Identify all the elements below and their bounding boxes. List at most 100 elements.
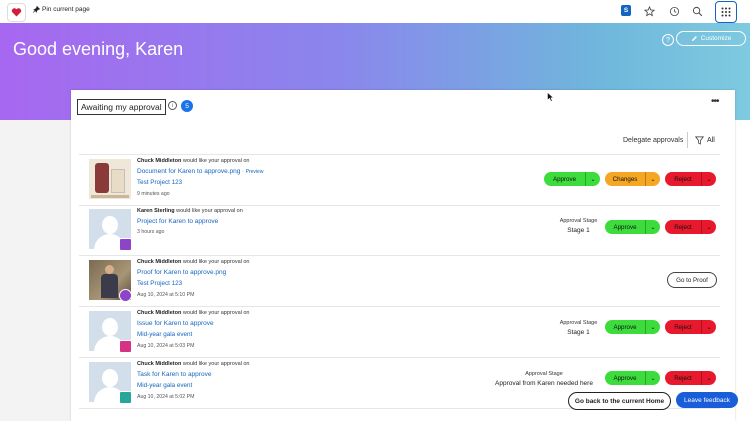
filter-icon bbox=[695, 136, 704, 145]
approval-row: Karen Sterling would like your approval … bbox=[79, 205, 720, 256]
approval-stage: Approval Stage Stage 1 bbox=[551, 320, 606, 336]
requester-name[interactable]: Chuck Middleton bbox=[137, 158, 181, 164]
customize-button[interactable]: Customize bbox=[676, 31, 746, 46]
apps-grid-button[interactable] bbox=[715, 1, 737, 23]
requester-name[interactable]: Chuck Middleton bbox=[137, 361, 181, 367]
timestamp: 3 hours ago bbox=[137, 229, 165, 235]
top-bar: Pin current page S bbox=[0, 0, 750, 24]
mouse-cursor-icon bbox=[547, 91, 554, 104]
stage-value: Approval from Karen needed here bbox=[495, 380, 593, 387]
chevron-down-icon[interactable]: ⌄ bbox=[645, 371, 660, 385]
approve-label: Approve bbox=[613, 374, 637, 382]
requester-name[interactable]: Karen Sterling bbox=[137, 208, 175, 214]
project-link[interactable]: Mid-year gala event bbox=[137, 382, 192, 389]
document-thumbnail[interactable] bbox=[89, 159, 131, 199]
item-link[interactable]: Task for Karen to approve bbox=[137, 371, 211, 378]
changes-label: Changes bbox=[612, 175, 638, 183]
approval-row: Chuck Middleton would like your approval… bbox=[79, 256, 720, 307]
history-icon[interactable] bbox=[667, 4, 681, 18]
stage-value: Stage 1 bbox=[567, 227, 590, 234]
project-link[interactable]: Test Project 123 bbox=[137, 280, 182, 287]
reject-button[interactable]: Reject ⌄ bbox=[665, 172, 716, 186]
chevron-down-icon[interactable]: ⌄ bbox=[701, 220, 716, 234]
reject-button[interactable]: Reject ⌄ bbox=[665, 371, 716, 385]
preview-link[interactable]: Preview bbox=[246, 169, 264, 175]
item-link[interactable]: Project for Karen to approve bbox=[137, 218, 218, 225]
timestamp: 9 minutes ago bbox=[137, 191, 170, 197]
changes-button[interactable]: Changes ⌄ bbox=[605, 172, 660, 186]
pin-label: Pin current page bbox=[42, 6, 90, 13]
app-logo[interactable] bbox=[7, 3, 26, 22]
pin-icon bbox=[33, 6, 40, 13]
approval-stage: Approval Stage Approval from Karen needed… bbox=[489, 371, 599, 387]
awaiting-approval-card: Awaiting my approval i 5 ••• Delegate ap… bbox=[71, 90, 735, 421]
stage-label: Approval Stage bbox=[559, 218, 598, 224]
apps-grid-icon bbox=[721, 7, 731, 17]
request-text: would like your approval on bbox=[176, 208, 243, 214]
reject-label: Reject bbox=[674, 323, 692, 331]
request-line: Chuck Middleton would like your approval… bbox=[137, 158, 250, 164]
reject-label: Reject bbox=[674, 374, 692, 382]
filter-button[interactable]: All bbox=[695, 136, 715, 145]
timestamp: Aug 10, 2024 at 5:03 PM bbox=[137, 343, 195, 349]
reject-label: Reject bbox=[674, 175, 692, 183]
more-options-icon[interactable]: ••• bbox=[711, 96, 719, 107]
chevron-down-icon[interactable]: ⌄ bbox=[701, 172, 716, 186]
request-line: Chuck Middleton would like your approval… bbox=[137, 259, 250, 265]
chevron-down-icon[interactable]: ⌄ bbox=[645, 320, 660, 334]
reject-button[interactable]: Reject ⌄ bbox=[665, 320, 716, 334]
requester-name[interactable]: Chuck Middleton bbox=[137, 259, 181, 265]
approve-button[interactable]: Approve ⌄ bbox=[605, 320, 660, 334]
timestamp: Aug 10, 2024 at 5:10 PM bbox=[137, 292, 195, 298]
request-text: would like your approval on bbox=[182, 310, 250, 316]
go-to-proof-button[interactable]: Go to Proof bbox=[667, 272, 717, 288]
right-gutter bbox=[734, 120, 750, 421]
heart-logo-icon bbox=[11, 8, 22, 17]
stage-value: Stage 1 bbox=[567, 329, 590, 336]
stage-label: Approval Stage bbox=[525, 371, 563, 377]
chevron-down-icon[interactable]: ⌄ bbox=[645, 220, 660, 234]
project-type-icon bbox=[119, 238, 132, 251]
approval-row: Chuck Middleton would like your approval… bbox=[79, 307, 720, 358]
approval-count-badge: 5 bbox=[181, 100, 193, 112]
card-title: Awaiting my approval bbox=[77, 99, 166, 115]
approve-button[interactable]: Approve ⌄ bbox=[544, 172, 600, 186]
approve-label: Approve bbox=[552, 175, 577, 183]
task-type-icon bbox=[119, 391, 132, 404]
request-line: Chuck Middleton would like your approval… bbox=[137, 310, 250, 316]
requester-name[interactable]: Chuck Middleton bbox=[137, 310, 181, 316]
approve-label: Approve bbox=[613, 223, 637, 231]
issue-type-icon bbox=[119, 340, 132, 353]
chevron-down-icon[interactable]: ⌄ bbox=[585, 172, 600, 186]
chevron-down-icon[interactable]: ⌄ bbox=[701, 371, 716, 385]
help-icon[interactable]: ? bbox=[662, 34, 674, 46]
star-icon[interactable] bbox=[642, 4, 656, 18]
pin-current-page-button[interactable]: Pin current page bbox=[33, 6, 90, 13]
item-link-line: Document for Karen to approve.png · Prev… bbox=[137, 168, 264, 175]
chevron-down-icon[interactable]: ⌄ bbox=[701, 320, 716, 334]
item-link[interactable]: Document for Karen to approve.png bbox=[137, 168, 240, 175]
project-link[interactable]: Mid-year gala event bbox=[137, 331, 192, 338]
greeting-heading: Good evening, Karen bbox=[13, 39, 184, 59]
reject-button[interactable]: Reject ⌄ bbox=[665, 220, 716, 234]
chevron-down-icon[interactable]: ⌄ bbox=[645, 172, 660, 186]
request-text: would like your approval on bbox=[182, 361, 250, 367]
customize-label: Customize bbox=[700, 35, 732, 42]
delegate-approvals-button[interactable]: Delegate approvals bbox=[623, 137, 683, 144]
request-line: Chuck Middleton would like your approval… bbox=[137, 361, 250, 367]
item-link[interactable]: Issue for Karen to approve bbox=[137, 320, 214, 327]
approval-stage: Approval Stage Stage 1 bbox=[551, 218, 606, 234]
go-back-home-button[interactable]: Go back to the current Home bbox=[568, 392, 671, 410]
approve-button[interactable]: Approve ⌄ bbox=[605, 220, 660, 234]
leave-feedback-button[interactable]: Leave feedback bbox=[676, 392, 738, 408]
user-initial-badge[interactable]: S bbox=[621, 5, 631, 16]
info-icon[interactable]: i bbox=[168, 101, 177, 110]
filter-label: All bbox=[707, 137, 715, 144]
request-text: would like your approval on bbox=[182, 259, 250, 265]
divider bbox=[687, 132, 688, 148]
timestamp: Aug 10, 2024 at 5:02 PM bbox=[137, 394, 195, 400]
search-icon[interactable] bbox=[690, 4, 704, 18]
item-link[interactable]: Proof for Karen to approve.png bbox=[137, 269, 226, 276]
approve-button[interactable]: Approve ⌄ bbox=[605, 371, 660, 385]
project-link[interactable]: Test Project 123 bbox=[137, 179, 182, 186]
